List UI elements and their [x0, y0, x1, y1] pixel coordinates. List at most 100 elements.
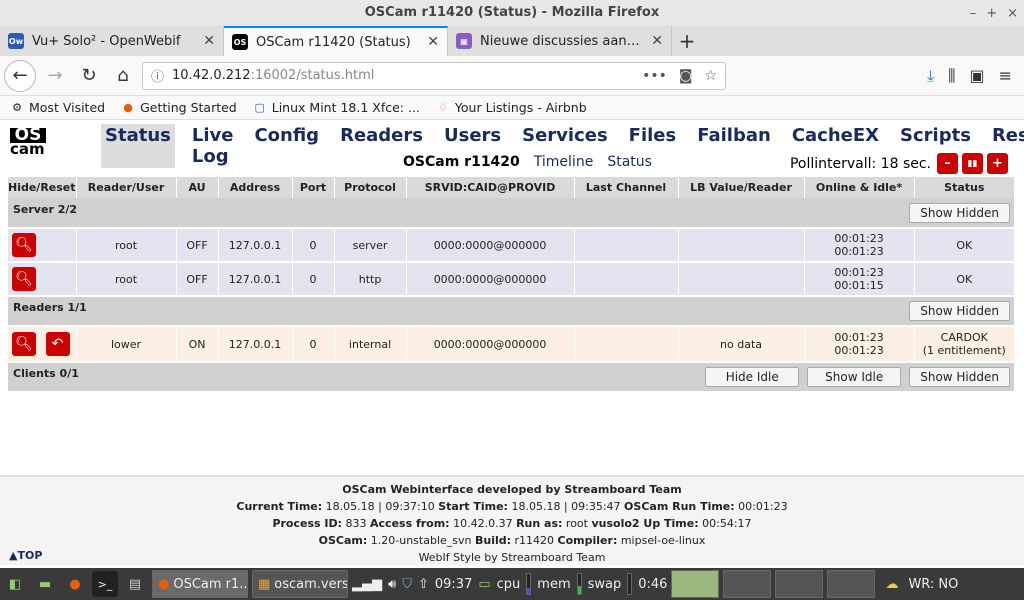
maximize-button[interactable]: + [986, 6, 997, 21]
files-icon[interactable]: ▤ [122, 571, 148, 597]
hide-reader-icon[interactable]: 🔍︎ [12, 332, 36, 356]
cell-last-channel [574, 326, 679, 363]
cell-srvid: 0000:0000@000000 [406, 262, 575, 297]
cell-lb [678, 262, 805, 297]
minimize-button[interactable]: – [970, 6, 977, 21]
gear-icon: ⚙ [12, 101, 22, 114]
url-path: :16002/status.html [250, 68, 375, 83]
firefox-icon: ● [123, 101, 133, 114]
swap-meter [627, 573, 633, 595]
timeline-link[interactable]: Timeline [534, 154, 594, 170]
menu-failban[interactable]: Failban [693, 124, 775, 168]
menu-icon[interactable]: ≡ [999, 66, 1012, 86]
terminal-icon[interactable]: >_ [92, 571, 118, 597]
bookmark-linux-mint[interactable]: ▢ Linux Mint 18.1 Xfce: ... [253, 100, 420, 115]
bookmark-star-icon[interactable]: ☆ [704, 68, 717, 84]
clock[interactable]: 09:37 [435, 577, 472, 592]
cell-protocol: server [334, 228, 407, 263]
bookmark-getting-started[interactable]: ● Getting Started [121, 100, 236, 115]
close-tab-icon[interactable]: ✕ [651, 33, 663, 49]
readers-group-row: Readers 1/1 Show Hidden [8, 296, 1015, 327]
runas-label: Run as: [516, 517, 563, 530]
cpu-meter [526, 573, 532, 595]
show-desktop-icon[interactable]: ▬ [32, 571, 58, 597]
clients-show-hidden-button[interactable]: Show Hidden [909, 367, 1010, 387]
page-actions-icon[interactable]: ••• [642, 68, 667, 84]
firefox-launcher-icon[interactable]: ● [62, 571, 88, 597]
current-time: 18.05.18 | 09:37:10 [325, 500, 435, 513]
poll-increase-button[interactable]: + [987, 153, 1008, 174]
workspace-2[interactable] [723, 570, 772, 598]
hide-user-icon[interactable]: 🔍︎ [12, 233, 36, 257]
readers-show-hidden-button[interactable]: Show Hidden [909, 301, 1010, 321]
close-tab-icon[interactable]: ✕ [203, 33, 215, 49]
cell-au: OFF [176, 228, 219, 263]
tab-nieuwe-discussies[interactable]: ▦ Nieuwe discussies aanmaken ✕ [448, 26, 672, 56]
tab-openwebif[interactable]: Ow Vu+ Solo² - OpenWebif ✕ [0, 26, 224, 56]
show-idle-button[interactable]: Show Idle [807, 367, 902, 387]
reset-reader-icon[interactable]: ↶ [45, 332, 70, 356]
col-address: Address [218, 177, 293, 198]
poll-pause-button[interactable]: ▮▮ [962, 153, 983, 174]
cell-protocol: http [334, 262, 407, 297]
window-label: oscam.vers... [274, 576, 347, 592]
new-tab-button[interactable]: + [672, 26, 702, 56]
shield-icon[interactable]: ⛉ [402, 577, 412, 592]
access-ip: 10.42.0.37 [453, 517, 513, 530]
tab-bar: Ow Vu+ Solo² - OpenWebif ✕ OS OSCam r114… [0, 26, 1024, 56]
oscam-label: OSCam: [318, 534, 368, 547]
network-icon[interactable]: ▂▄▆ [352, 577, 382, 592]
url-bar[interactable]: ⓘ 10.42.0.212:16002/status.html ••• ◙ ☆ [142, 61, 726, 90]
build-label: Build: [475, 534, 512, 547]
start-time: 18.05.18 | 09:35:47 [511, 500, 621, 513]
back-button[interactable]: ← [4, 59, 36, 92]
mint-menu-icon[interactable]: ◧ [2, 571, 28, 597]
folder-icon[interactable]: ▭ [478, 577, 490, 592]
reload-button[interactable]: ↻ [74, 61, 104, 91]
bookmark-most-visited[interactable]: ⚙ Most Visited [10, 100, 105, 115]
workspace-3[interactable] [775, 570, 824, 598]
menu-config[interactable]: Config [250, 124, 323, 168]
download-icon[interactable]: ⤓ [927, 66, 934, 86]
workspace-4[interactable] [827, 570, 876, 598]
mem-label: mem [537, 576, 571, 592]
idle-time: 00:01:23 [834, 245, 884, 258]
bookmark-airbnb[interactable]: ♢ Your Listings - Airbnb [436, 100, 587, 115]
col-port: Port [292, 177, 335, 198]
table-row: 🔍︎ root OFF 127.0.0.1 0 http 0000:0000@0… [8, 262, 1016, 297]
menu-live-log[interactable]: Live Log [188, 124, 238, 168]
access-label: Access from: [370, 517, 450, 530]
cell-au: ON [176, 326, 219, 363]
menu-status[interactable]: Status [101, 124, 175, 168]
tab-oscam-status[interactable]: OS OSCam r11420 (Status) ✕ [224, 26, 448, 56]
run-time: 00:01:23 [738, 500, 788, 513]
server-group-label: Server 2/2 [13, 202, 78, 216]
cpu-label: cpu [496, 576, 521, 592]
taskbar-window-oscam-version[interactable]: ▦oscam.vers... [252, 570, 348, 598]
back-to-top-link[interactable]: ▲TOP [9, 549, 42, 562]
library-icon[interactable]: ⫼ [948, 66, 955, 86]
updates-icon[interactable]: ⇧ [418, 577, 429, 592]
tab-label: Nieuwe discussies aanmaken [480, 33, 643, 49]
forward-button[interactable]: → [40, 61, 70, 91]
info-icon[interactable]: ⓘ [151, 66, 164, 85]
hide-user-icon[interactable]: 🔍︎ [12, 267, 36, 291]
cell-address: 127.0.0.1 [218, 326, 293, 363]
reader-entitlements-link[interactable]: (1 entitlement) [915, 344, 1014, 357]
hide-idle-button[interactable]: Hide Idle [705, 367, 800, 387]
workspace-1[interactable] [671, 570, 720, 598]
pocket-icon[interactable]: ◙ [679, 68, 693, 84]
server-show-hidden-button[interactable]: Show Hidden [909, 202, 1010, 223]
close-window-button[interactable]: × [1007, 6, 1018, 21]
weather-icon[interactable]: ☁ [885, 577, 898, 592]
status-link[interactable]: Status [607, 154, 652, 170]
home-button[interactable]: ⌂ [108, 61, 138, 91]
volume-icon[interactable]: 🔊︎ [388, 577, 396, 592]
cell-port: 0 [292, 262, 335, 297]
taskbar-window-oscam[interactable]: ● OSCam r1... [152, 570, 248, 598]
runas: root [565, 517, 588, 530]
poll-decrease-button[interactable]: – [937, 153, 958, 174]
close-tab-icon[interactable]: ✕ [427, 34, 439, 50]
clients-group-row: Clients 0/1 Show Hidden Show Idle Hide I… [8, 362, 1015, 393]
sidebar-icon[interactable]: ▣ [969, 66, 984, 86]
